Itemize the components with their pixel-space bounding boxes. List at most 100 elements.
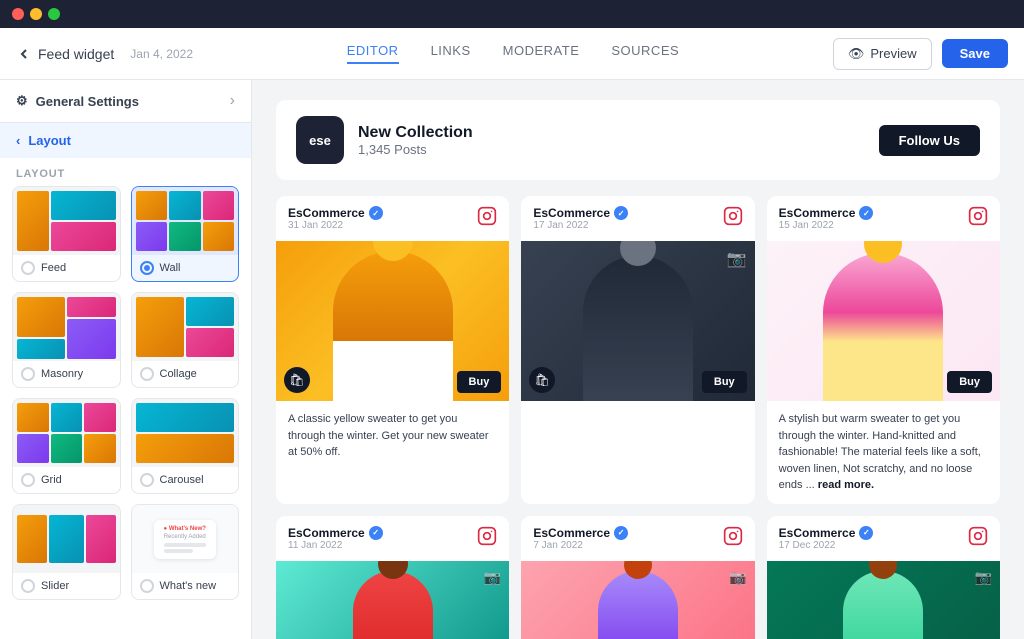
topnav-actions: 👁 Preview Save bbox=[833, 38, 1008, 70]
masonry-radio bbox=[21, 367, 35, 381]
post-card-1: EsCommerce ✓ 31 Jan 2022 bbox=[276, 196, 509, 504]
feed-name: New Collection bbox=[358, 124, 865, 142]
shop-icon-1: 🛍 bbox=[284, 367, 310, 393]
collage-radio bbox=[140, 367, 154, 381]
follow-button[interactable]: Follow Us bbox=[879, 125, 980, 156]
carousel-radio bbox=[140, 473, 154, 487]
post-image-2: 📷 🛍 Buy bbox=[521, 241, 754, 401]
feed-header: ese New Collection 1,345 Posts Follow Us bbox=[276, 100, 1000, 180]
feed-date: Jan 4, 2022 bbox=[130, 47, 193, 61]
author-name-2: EsCommerce bbox=[533, 206, 610, 220]
post-date-5: 7 Jan 2022 bbox=[533, 540, 628, 551]
grid-thumb bbox=[13, 399, 120, 467]
post-image-1: 🛍 Buy bbox=[276, 241, 509, 401]
grid-label: Grid bbox=[41, 474, 62, 486]
post-desc-3: A stylish but warm sweater to get you th… bbox=[767, 401, 1000, 504]
camera-icon-5: 📷 bbox=[729, 569, 746, 586]
slider-label: Slider bbox=[41, 580, 69, 592]
layout-option-slider[interactable]: Slider bbox=[12, 504, 121, 600]
whatsnew-thumb: ● What's New? Recently Added bbox=[132, 505, 239, 573]
whatsnew-radio bbox=[140, 579, 154, 593]
titlebar bbox=[0, 0, 1024, 28]
feed-posts-count: 1,345 Posts bbox=[358, 142, 865, 157]
post-card-2: EsCommerce ✓ 17 Jan 2022 bbox=[521, 196, 754, 504]
read-more-link-3[interactable]: read more. bbox=[818, 479, 874, 491]
layout-option-grid[interactable]: Grid bbox=[12, 398, 121, 494]
post-date-4: 11 Jan 2022 bbox=[288, 540, 383, 551]
wall-thumb bbox=[132, 187, 239, 255]
post-date-3: 15 Jan 2022 bbox=[779, 220, 874, 231]
main-layout: ⚙ General Settings › ‹ Layout LAYOUT bbox=[0, 80, 1024, 639]
post-card-3: EsCommerce ✓ 15 Jan 2022 bbox=[767, 196, 1000, 504]
carousel-thumb bbox=[132, 399, 239, 467]
minimize-dot[interactable] bbox=[30, 8, 42, 20]
instagram-icon-1 bbox=[477, 206, 497, 231]
general-settings-label: General Settings bbox=[36, 94, 139, 109]
author-name-5: EsCommerce bbox=[533, 526, 610, 540]
buy-button-3[interactable]: Buy bbox=[947, 371, 992, 393]
back-button[interactable]: Feed widget bbox=[16, 46, 114, 62]
layout-section-label: LAYOUT bbox=[0, 158, 251, 186]
nav-tabs: EDITOR LINKS MODERATE SOURCES bbox=[209, 43, 817, 64]
tab-sources[interactable]: SOURCES bbox=[611, 43, 679, 64]
content-area: ese New Collection 1,345 Posts Follow Us… bbox=[252, 80, 1024, 639]
instagram-icon-3 bbox=[968, 206, 988, 231]
instagram-icon-6 bbox=[968, 526, 988, 551]
sidebar: ⚙ General Settings › ‹ Layout LAYOUT bbox=[0, 80, 252, 639]
post-card-4: EsCommerce ✓ 11 Jan 2022 bbox=[276, 516, 509, 639]
tab-links[interactable]: LINKS bbox=[431, 43, 471, 64]
top-navigation: Feed widget Jan 4, 2022 EDITOR LINKS MOD… bbox=[0, 28, 1024, 80]
collage-thumb bbox=[132, 293, 239, 361]
maximize-dot[interactable] bbox=[48, 8, 60, 20]
post-image-3: Buy bbox=[767, 241, 1000, 401]
post-image-4: 📷 bbox=[276, 561, 509, 639]
layout-option-whatsnew[interactable]: ● What's New? Recently Added What's new bbox=[131, 504, 240, 600]
layout-section-header[interactable]: ‹ Layout bbox=[0, 123, 251, 158]
save-button[interactable]: Save bbox=[942, 39, 1008, 68]
author-name-6: EsCommerce bbox=[779, 526, 856, 540]
instagram-icon-5 bbox=[723, 526, 743, 551]
buy-button-1[interactable]: Buy bbox=[457, 371, 502, 393]
layout-option-collage[interactable]: Collage bbox=[131, 292, 240, 388]
author-name-3: EsCommerce bbox=[779, 206, 856, 220]
close-dot[interactable] bbox=[12, 8, 24, 20]
tab-editor[interactable]: EDITOR bbox=[347, 43, 399, 64]
feed-avatar: ese bbox=[296, 116, 344, 164]
tab-moderate[interactable]: MODERATE bbox=[503, 43, 580, 64]
layout-option-feed[interactable]: Feed bbox=[12, 186, 121, 282]
camera-icon-2: 📷 bbox=[727, 249, 747, 269]
chevron-right-icon: › bbox=[230, 92, 235, 110]
feed-widget-title: Feed widget bbox=[38, 46, 114, 62]
masonry-thumb bbox=[13, 293, 120, 361]
chevron-left-icon: ‹ bbox=[16, 133, 20, 148]
camera-icon-4: 📷 bbox=[484, 569, 501, 586]
post-date-2: 17 Jan 2022 bbox=[533, 220, 628, 231]
instagram-icon-2 bbox=[723, 206, 743, 231]
masonry-label: Masonry bbox=[41, 368, 83, 380]
verified-badge-1: ✓ bbox=[369, 206, 383, 220]
slider-thumb bbox=[13, 505, 120, 573]
buy-button-2[interactable]: Buy bbox=[702, 371, 747, 393]
post-image-5: 📷 bbox=[521, 561, 754, 639]
instagram-icon-4 bbox=[477, 526, 497, 551]
layout-option-wall[interactable]: Wall bbox=[131, 186, 240, 282]
post-date-6: 17 Dec 2022 bbox=[779, 540, 874, 551]
feed-label: Feed bbox=[41, 262, 66, 274]
verified-badge-3: ✓ bbox=[859, 206, 873, 220]
feed-radio bbox=[21, 261, 35, 275]
general-settings-section[interactable]: ⚙ General Settings › bbox=[0, 80, 251, 123]
layout-options-grid: Feed Wall bbox=[0, 186, 251, 612]
feed-thumb bbox=[13, 187, 120, 255]
post-desc-1: A classic yellow sweater to get you thro… bbox=[276, 401, 509, 471]
layout-option-carousel[interactable]: Carousel bbox=[131, 398, 240, 494]
author-name-4: EsCommerce bbox=[288, 526, 365, 540]
layout-option-masonry[interactable]: Masonry bbox=[12, 292, 121, 388]
posts-grid: EsCommerce ✓ 31 Jan 2022 bbox=[276, 196, 1000, 639]
preview-button[interactable]: 👁 Preview bbox=[833, 38, 932, 70]
post-image-6: 📷 bbox=[767, 561, 1000, 639]
post-date-1: 31 Jan 2022 bbox=[288, 220, 383, 231]
slider-radio bbox=[21, 579, 35, 593]
verified-badge-4: ✓ bbox=[369, 526, 383, 540]
gear-icon: ⚙ bbox=[16, 93, 28, 109]
collage-label: Collage bbox=[160, 368, 197, 380]
